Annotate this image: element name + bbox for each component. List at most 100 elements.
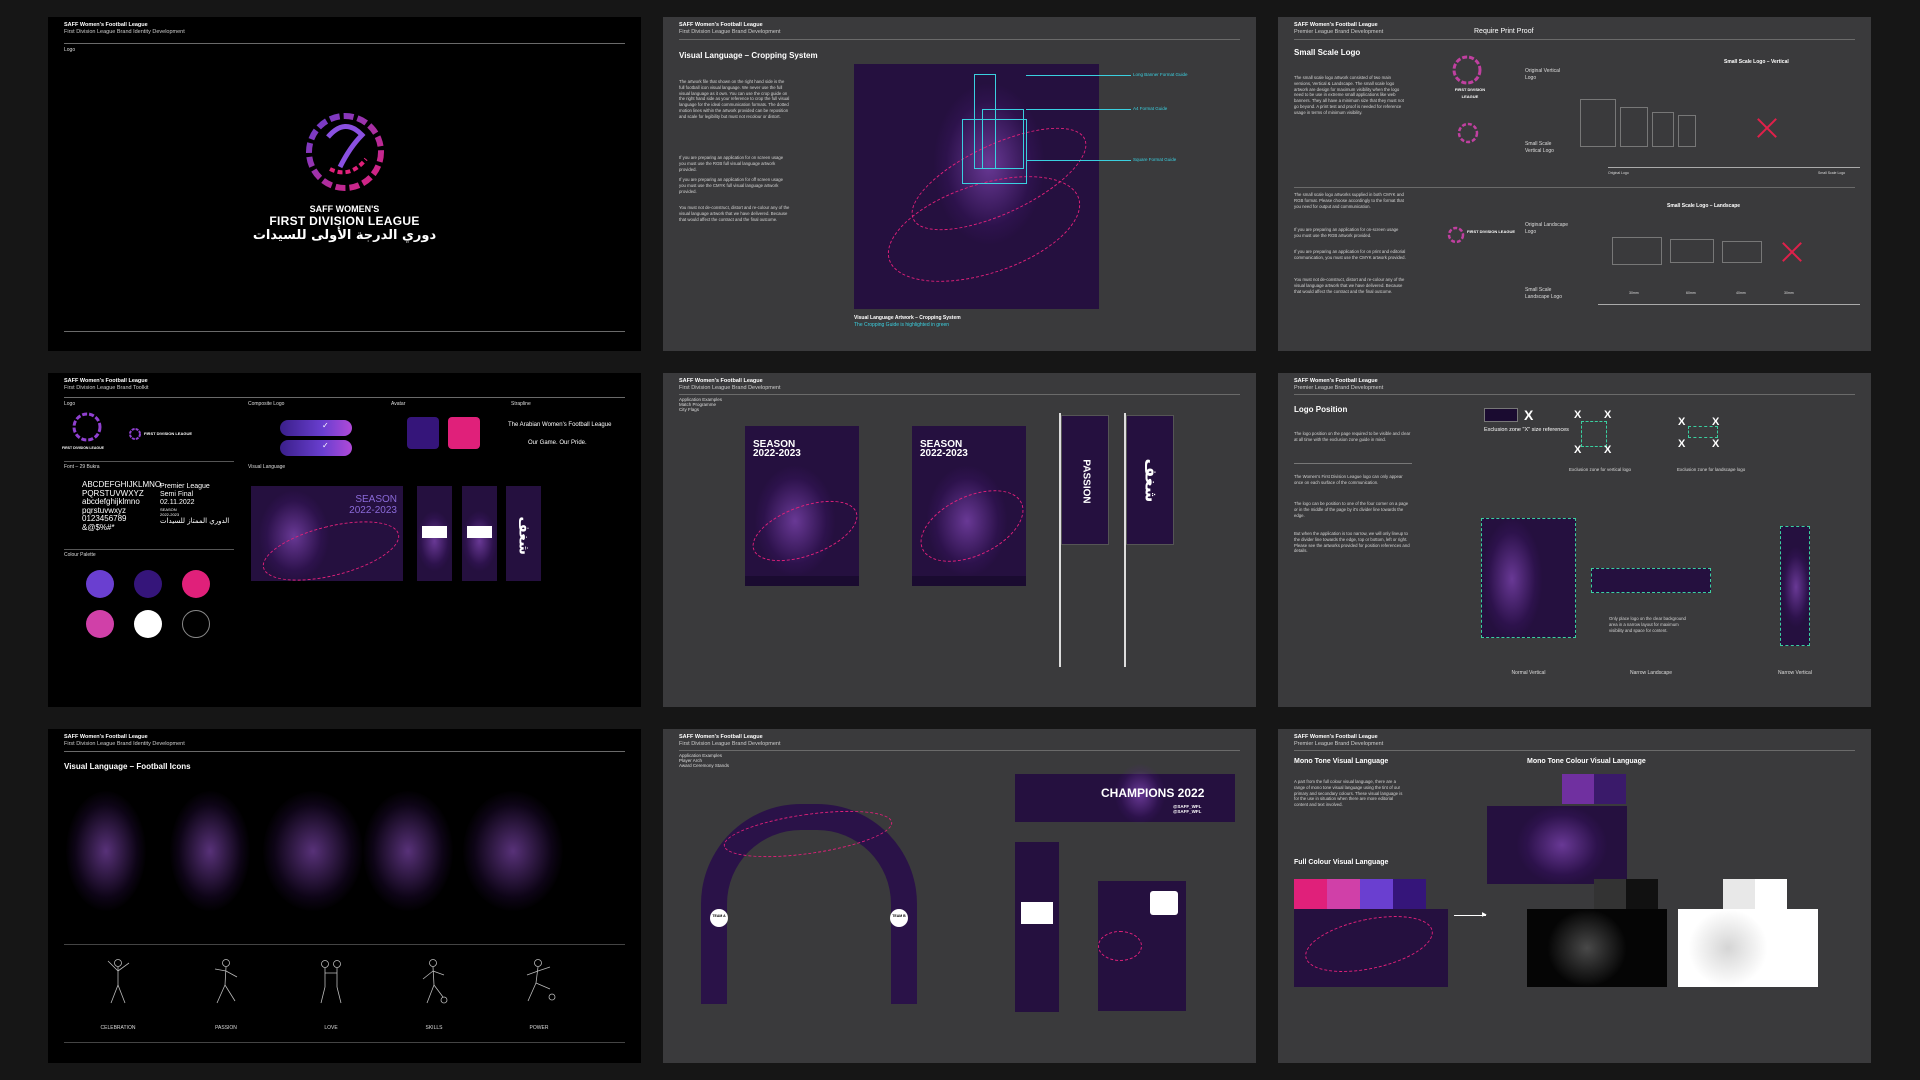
- slide-small-scale-logo[interactable]: SAFF Women's Football League Premier Leag…: [1278, 17, 1871, 351]
- match-programme-cover: SEASON 2022-2023: [744, 426, 866, 586]
- print-proof-note: Require Print Proof: [1474, 28, 1534, 35]
- slide-header: SAFF Women's Football League First Divisi…: [64, 734, 185, 747]
- strapline-text: The Arabian Women's Football League: [508, 422, 612, 428]
- logo-label: Small Scale Landscape Logo: [1525, 287, 1562, 300]
- divider: [679, 750, 1240, 751]
- slide-header: SAFF Women's Football League First Divisi…: [679, 734, 781, 747]
- league-emblem-icon: [1447, 226, 1465, 244]
- page-title: Visual Language – Cropping System: [679, 51, 818, 60]
- page-title: Visual Language – Football Icons: [64, 762, 191, 771]
- body-text: Only place logo on the clear background …: [1609, 616, 1686, 633]
- logo-sample-box: [1678, 115, 1696, 147]
- love-icon: [320, 960, 342, 1004]
- icon-label: POWER: [529, 1025, 549, 1031]
- award-stand: [1098, 881, 1142, 1011]
- section-label: Application Examples Match Programme City …: [679, 397, 723, 412]
- passion-icon: [214, 959, 238, 1004]
- logo-sample-box: [1484, 408, 1518, 422]
- body-text: The small scale logo artworks supplied i…: [1294, 192, 1404, 209]
- exclusion-label: Exclusion zone for vertical logo: [1569, 467, 1632, 472]
- slide-header: SAFF Women's Football League First Divisi…: [64, 22, 185, 35]
- banner-artwork: شغف: [506, 486, 541, 581]
- not-allowed-icon: [1778, 239, 1804, 265]
- divider: [64, 751, 625, 752]
- slide-match-programme[interactable]: SAFF Women's Football League First Divisi…: [663, 373, 1256, 707]
- skills-icon: [422, 959, 448, 1004]
- league-emblem-icon: [1452, 55, 1482, 85]
- divider: [679, 39, 1240, 40]
- banner-artwork: [417, 486, 452, 581]
- exclusion-x-icon: X: [1604, 409, 1612, 421]
- team-a-badge: TEAM A: [710, 909, 728, 927]
- body-text: The small scale logo artwork consisted o…: [1294, 75, 1404, 115]
- color-swatch: [134, 610, 162, 638]
- exclusion-x-icon: X: [1712, 438, 1720, 450]
- logo-label: Original Landscape Logo: [1525, 222, 1569, 235]
- section-label: Colour Palette: [64, 552, 96, 558]
- sponsor-swoosh-icon: ✓: [322, 421, 329, 430]
- exclusion-label: Exclusion zone "X" size references: [1484, 427, 1569, 433]
- section-label: Application Examples Player Arch Award Cer…: [679, 753, 729, 768]
- match-programme-cover: SEASON 2022-2023: [909, 426, 1035, 586]
- slide-player-arch[interactable]: SAFF Women's Football League First Divisi…: [663, 729, 1256, 1063]
- body-text: A part from the full colour visual langu…: [1294, 779, 1403, 808]
- league-emblem-icon: [129, 428, 141, 440]
- divider: [1294, 394, 1855, 395]
- scale-label: Small Scale Logo: [1818, 171, 1846, 175]
- logo-sample-box: [1612, 237, 1662, 265]
- size-label: 60mm: [1686, 291, 1696, 295]
- composite-logo: [280, 440, 352, 456]
- body-text: The Women's First Division League logo c…: [1294, 474, 1403, 485]
- font-specimen: Premier League Semi Final 02.11.2022 SEASO…: [160, 483, 230, 525]
- color-swatch: [1594, 774, 1626, 804]
- slide-mono-tone[interactable]: SAFF Women's Football League Premier Leag…: [1278, 729, 1871, 1063]
- body-text: If you are preparing an application for …: [1294, 249, 1406, 260]
- page-title: Mono Tone Visual Language: [1294, 758, 1389, 765]
- color-swatch: [182, 610, 210, 638]
- color-swatch: [1562, 774, 1594, 804]
- size-label: 30mm: [1629, 291, 1639, 295]
- icon-label: LOVE: [324, 1025, 338, 1031]
- icon-label: SKILLS: [425, 1025, 443, 1031]
- slide-header: SAFF Women's Football League Premier Leag…: [1294, 22, 1384, 35]
- logo-sample-box: [1722, 241, 1762, 263]
- arrow-head-icon: ▶: [1482, 912, 1487, 918]
- love-figure: [263, 791, 363, 911]
- exclusion-x-icon: X: [1604, 444, 1612, 456]
- icon-label: CELEBRATION: [100, 1025, 136, 1031]
- exclusion-x-icon: X: [1524, 407, 1534, 423]
- narrow-landscape-layout: [1591, 568, 1711, 593]
- slide-logo[interactable]: SAFF Women's Football League First Divisi…: [48, 17, 641, 351]
- slide-football-icons[interactable]: SAFF Women's Football League First Divisi…: [48, 729, 641, 1063]
- page-title: Small Scale Logo: [1294, 48, 1361, 57]
- power-icon: [526, 959, 556, 1002]
- league-emblem-icon: [72, 412, 102, 442]
- award-stand: [1142, 881, 1186, 1011]
- not-allowed-icon: [1753, 115, 1779, 141]
- slide-header: SAFF Women's Football League Premier Leag…: [1294, 378, 1384, 391]
- body-text: But when the application is too narrow, …: [1294, 531, 1410, 554]
- slide-header: SAFF Women's Football League First Divisi…: [679, 378, 781, 391]
- section-label: Logo: [64, 47, 76, 53]
- slide-brand-toolkit[interactable]: SAFF Women's Football League First Divisi…: [48, 373, 641, 707]
- banner-artwork: [462, 486, 497, 581]
- color-swatch: [86, 610, 114, 638]
- section-label: Full Colour Visual Language: [1294, 859, 1389, 866]
- logo-sample-box: [1652, 112, 1674, 147]
- color-swatch: [86, 570, 114, 598]
- color-swatch: [1755, 879, 1787, 909]
- guide-label: Long Banner Format Guide: [1133, 72, 1188, 77]
- section-label: Visual Language: [248, 464, 286, 470]
- color-swatch: [1393, 879, 1426, 909]
- exclusion-x-icon: X: [1678, 416, 1686, 428]
- normal-vertical-layout: [1481, 518, 1576, 639]
- exclusion-label: Exclusion zone for landscape logo: [1677, 467, 1746, 472]
- slide-logo-position[interactable]: SAFF Women's Football League Premier Leag…: [1278, 373, 1871, 707]
- icon-label: PASSION: [215, 1025, 237, 1031]
- strapline-text: Our Game. Our Pride.: [528, 440, 587, 446]
- layout-label: Narrow Landscape: [1630, 670, 1672, 676]
- layout-label: Normal Vertical: [1511, 670, 1546, 676]
- slide-cropping-system[interactable]: SAFF Women's Football League First Divisi…: [663, 17, 1256, 351]
- power-figure: [463, 791, 563, 911]
- scale-label: Original Logo: [1608, 171, 1629, 175]
